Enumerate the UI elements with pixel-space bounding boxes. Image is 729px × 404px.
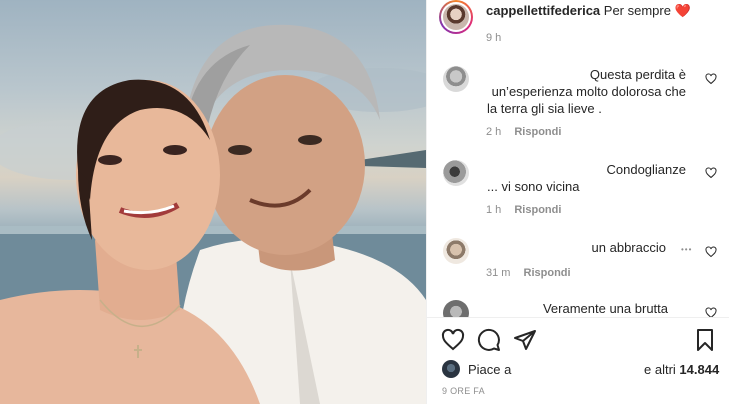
photo-illustration [0,24,426,404]
paper-plane-icon[interactable] [513,328,537,352]
commenter-avatar[interactable] [443,160,469,186]
comment-meta: 1 h Rispondi [486,204,561,216]
comment-line: Condoglianze [606,162,686,177]
comment-meta: 2 h Rispondi [486,126,561,138]
reply-button[interactable]: Rispondi [514,204,561,216]
comment-age: 2 h [486,126,502,138]
comment-meta: 31 m Rispondi [486,267,571,279]
likes-count[interactable]: 14.844 [679,362,719,377]
author-avatar[interactable] [439,0,473,34]
reply-button[interactable]: Rispondi [514,126,561,138]
more-options-icon[interactable]: ••• [681,245,692,254]
heart-outline-icon[interactable] [441,328,465,352]
commenter-avatar[interactable] [443,238,469,264]
comment-line: la terra gli sia lieve . [487,101,602,116]
comment-text: Veramente una brutta [484,300,668,317]
commenter-avatar[interactable] [443,66,469,92]
comment-age: 1 h [486,204,502,216]
likes-suffix[interactable]: e altri 14.844 [644,362,719,377]
comment-partial: Veramente una brutta [427,290,729,317]
post-age: 9 ORE FA [442,386,485,396]
heart-outline-icon[interactable] [705,167,717,179]
comment-age: 31 m [486,267,511,279]
comment-line: un’esperienza molto dolorosa che [491,84,686,99]
likes-prefix: Piace a [468,362,512,377]
comment-line: un abbraccio [591,240,666,255]
likes-suffix-text: e altri [644,362,676,377]
comment-line: Questa perdita è [589,67,686,82]
bookmark-icon[interactable] [693,328,717,352]
comment-text: un abbraccio [484,239,666,256]
comment-line: ... vi sono vicina [487,179,580,194]
section-divider [427,317,729,318]
heart-emoji: ❤️ [674,3,691,18]
likes-summary: Piace a e altri 14.844 [442,359,722,379]
heart-outline-icon[interactable] [705,246,717,258]
heart-outline-icon[interactable] [705,73,717,85]
comment-line: Veramente una brutta [542,301,668,316]
caption-text: Per sempre [603,3,671,18]
heart-outline-icon[interactable] [705,307,717,317]
post-photo [0,0,426,404]
author-username[interactable]: cappellettifederica [486,3,600,18]
comments-panel: cappellettifederica Per sempre ❤️ 9 h Qu… [426,0,729,404]
post-caption: cappellettifederica Per sempre ❤️ [486,2,721,19]
caption-time: 9 h [486,32,502,44]
commenter-avatar[interactable] [443,300,469,317]
comment-text: Condoglianze ... vi sono vicina [484,161,686,195]
liker-avatar[interactable] [442,360,460,378]
comment-text: Questa perdita è un’esperienza molto dol… [484,66,686,117]
comment-bubble-icon[interactable] [477,328,501,352]
reply-button[interactable]: Rispondi [524,267,571,279]
